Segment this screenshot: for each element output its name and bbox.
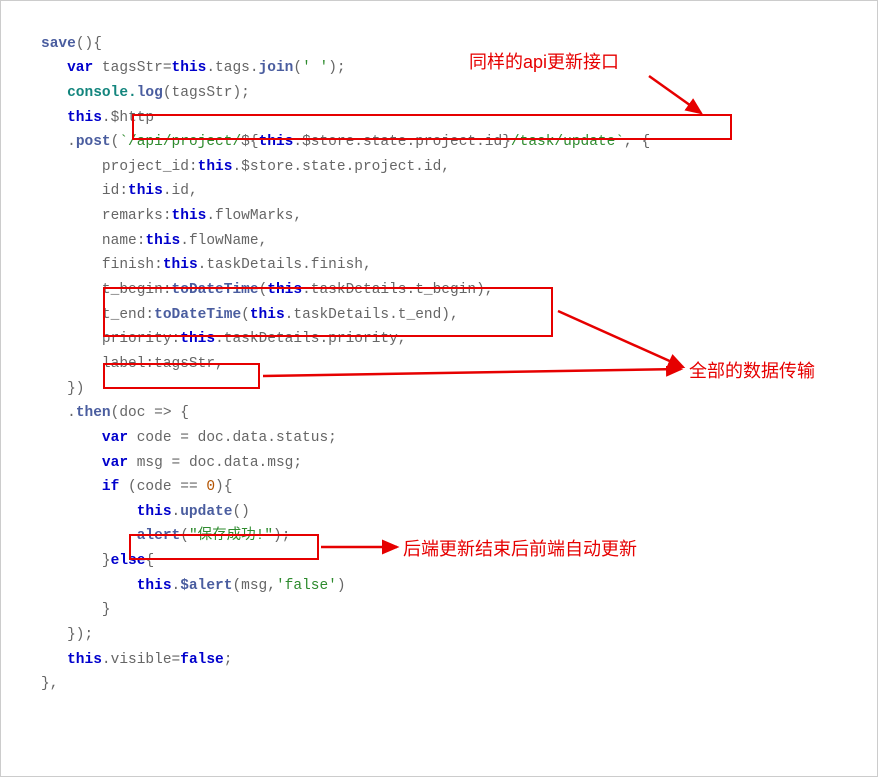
annotation-data: 全部的数据传输 bbox=[689, 356, 815, 387]
code-screenshot: save(){ var tagsStr=this.tags.join(' ');… bbox=[0, 0, 878, 777]
fn-save: save bbox=[41, 36, 76, 52]
annotation-api: 同样的api更新接口 bbox=[469, 47, 619, 78]
annotation-update: 后端更新结束后前端自动更新 bbox=[403, 534, 637, 565]
